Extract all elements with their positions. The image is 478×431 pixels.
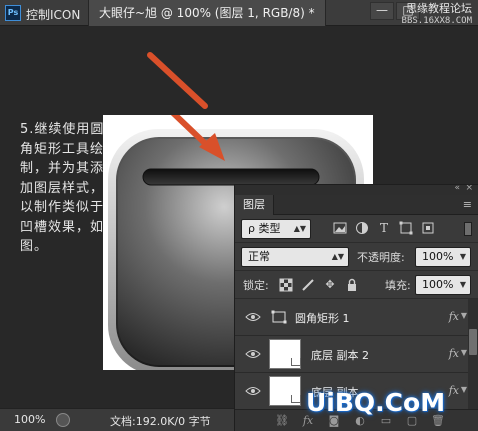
tutorial-instruction: 5.继续使用圆角矩形工具绘制，并为其添加图层样式，以制作类似于凹槽效果，如图。: [20, 122, 105, 254]
groove-slot: [142, 168, 320, 186]
lock-label: 锁定:: [243, 279, 269, 292]
layer-name: 圆角矩形 1: [295, 312, 350, 325]
layer-fx-badge[interactable]: fx: [449, 347, 459, 360]
link-icon: [291, 395, 301, 403]
tab-layers[interactable]: 图层: [235, 195, 274, 215]
opacity-value: 100%: [422, 250, 454, 263]
filter-toggle-switch[interactable]: [464, 222, 472, 236]
app-title: 控制ICON: [26, 8, 81, 22]
watermark-site-name: 思缘教程论坛: [406, 2, 472, 15]
layers-scrollbar[interactable]: [468, 299, 478, 409]
shape-layer-icon: [271, 310, 287, 324]
layer-fx-badge[interactable]: fx: [449, 384, 459, 397]
blend-mode-select[interactable]: 正常 ▲▼: [241, 247, 349, 267]
chevron-down-icon[interactable]: ▼: [461, 311, 467, 320]
adjustment-filter-icon[interactable]: [355, 221, 369, 235]
chevron-down-icon: ▼: [459, 252, 466, 261]
status-info-button[interactable]: [56, 413, 70, 427]
arrow-overlay: [147, 52, 208, 109]
search-icon: ρ: [248, 222, 255, 235]
document-tab[interactable]: 大眼仔~旭 @ 100% (图层 1, RGB/8) *: [88, 0, 326, 26]
collapse-icon[interactable]: «: [454, 185, 460, 193]
chevron-down-icon[interactable]: ▼: [461, 385, 467, 394]
smart-object-filter-icon[interactable]: [421, 221, 435, 235]
opacity-label: 不透明度:: [357, 251, 405, 264]
document-info: 文档:192.0K/0 字节: [110, 415, 211, 428]
chevron-down-icon: ▲▼: [331, 252, 344, 261]
zoom-level-field[interactable]: 100%: [4, 412, 48, 428]
fill-value: 100%: [422, 278, 454, 291]
opacity-field[interactable]: 100% ▼: [415, 247, 471, 267]
link-layers-icon[interactable]: ⛓: [275, 414, 289, 428]
layer-filter-row: ρ 类型 ▲▼ T: [235, 215, 478, 243]
watermark-bottom-logo: UiBQ.CoM: [306, 388, 446, 417]
layer-row-rounded-rect-1[interactable]: 圆角矩形 1 fx ▼: [235, 299, 478, 336]
layer-name: 底层 副本 2: [311, 349, 369, 362]
chevron-down-icon: ▼: [459, 280, 466, 289]
filter-kind-select[interactable]: ρ 类型 ▲▼: [241, 219, 311, 239]
lock-transparent-pixels-icon[interactable]: [279, 278, 293, 292]
shape-filter-icon[interactable]: [399, 221, 413, 235]
lock-all-padlock-icon[interactable]: [345, 278, 359, 292]
panel-header-strip: « ×: [235, 185, 478, 195]
photoshop-logo-icon: Ps: [5, 5, 21, 21]
blend-opacity-row: 正常 ▲▼ 不透明度: 100% ▼: [235, 243, 478, 271]
fill-field[interactable]: 100% ▼: [415, 275, 471, 295]
close-icon[interactable]: ×: [465, 185, 473, 193]
image-filter-icon[interactable]: [333, 221, 347, 235]
status-bar: 100% 文档:192.0K/0 字节: [0, 408, 234, 431]
panel-tab-row: 图层 ≡: [235, 195, 478, 215]
lock-fill-row: 锁定: ✥ 填充: 100% ▼: [235, 271, 478, 299]
panel-menu-icon[interactable]: ≡: [463, 198, 472, 211]
fill-label: 填充:: [385, 279, 411, 292]
layer-fx-badge[interactable]: fx: [449, 310, 459, 323]
eye-icon[interactable]: [245, 348, 261, 360]
chevron-down-icon[interactable]: ▼: [461, 348, 467, 357]
eye-icon[interactable]: [245, 385, 261, 397]
title-bar: Ps 控制ICON 大眼仔~旭 @ 100% (图层 1, RGB/8) * —…: [0, 0, 478, 26]
arrow-shaft: [147, 52, 208, 109]
eye-icon[interactable]: [245, 311, 261, 323]
blend-mode-value: 正常: [248, 250, 270, 263]
lock-image-pixels-brush-icon[interactable]: [301, 278, 315, 292]
filter-kind-label: 类型: [258, 222, 281, 235]
minimize-button[interactable]: —: [370, 2, 394, 20]
scroll-thumb[interactable]: [469, 329, 477, 355]
type-filter-icon[interactable]: T: [377, 221, 391, 235]
layer-row-base-copy-2[interactable]: 底层 副本 2 fx ▼: [235, 336, 478, 373]
link-icon: [291, 358, 301, 366]
lock-position-move-icon[interactable]: ✥: [323, 278, 337, 292]
watermark-top: 思缘教程论坛 BBS.16XX8.COM: [402, 2, 472, 28]
chevron-down-icon: ▲▼: [293, 224, 306, 233]
